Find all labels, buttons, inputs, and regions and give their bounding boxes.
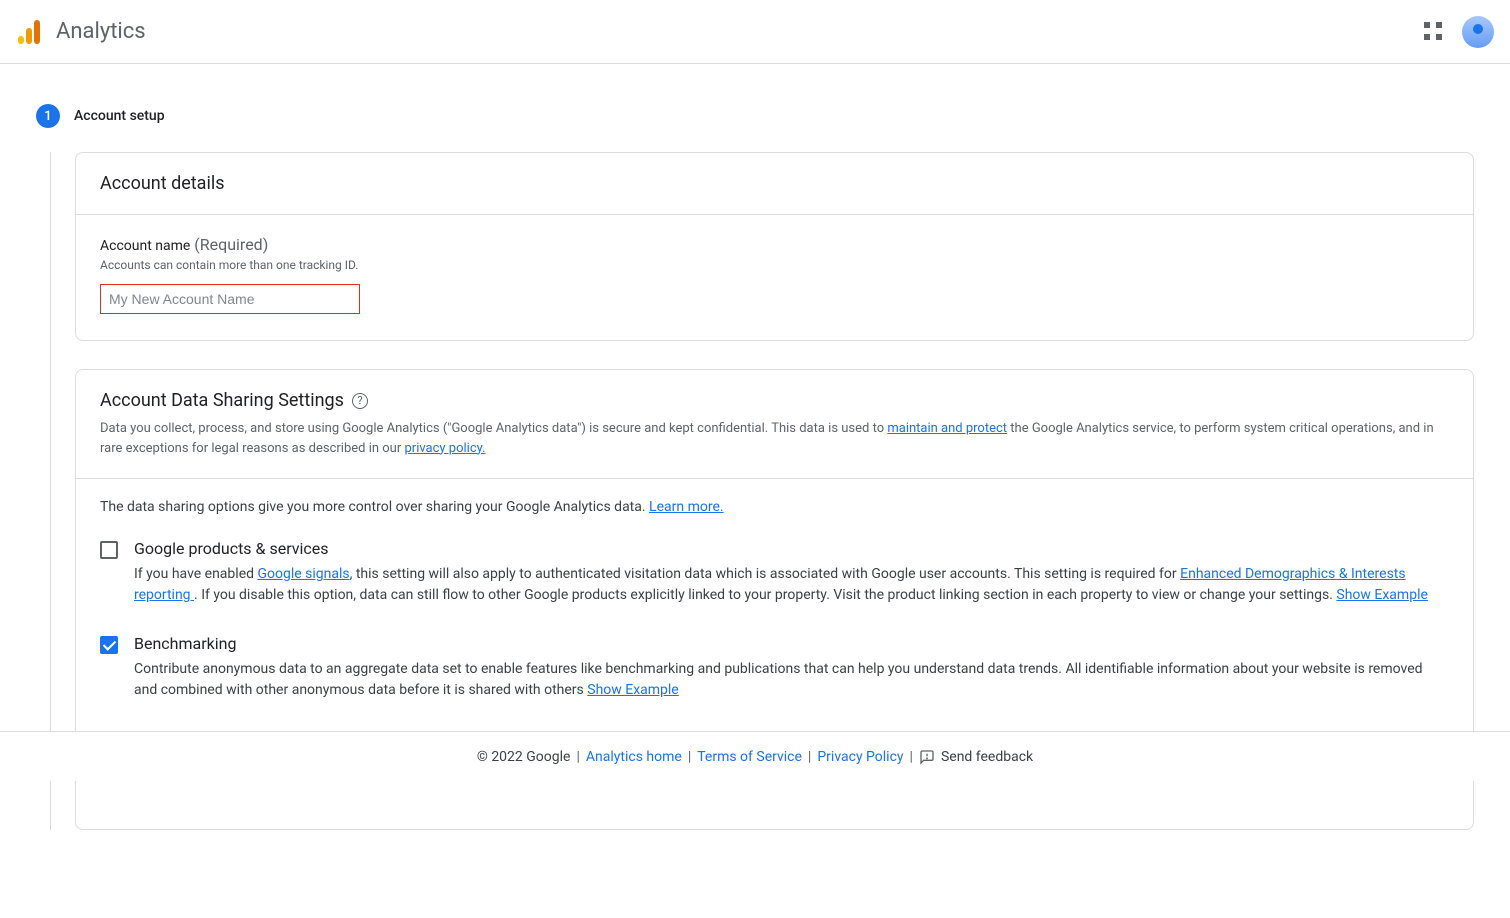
option-google-products: Google products & services If you have e… xyxy=(100,539,1449,606)
option-benchmarking: Benchmarking Contribute anonymous data t… xyxy=(100,634,1449,701)
account-details-card: Account details Account name (Required) … xyxy=(75,152,1474,341)
intro-text: The data sharing options give you more c… xyxy=(100,499,649,515)
show-example-link[interactable]: Show Example xyxy=(587,682,679,698)
option-description: Contribute anonymous data to an aggregat… xyxy=(134,659,1449,701)
avatar[interactable] xyxy=(1462,16,1494,48)
separator: | xyxy=(576,749,579,765)
step-number-badge: 1 xyxy=(36,104,60,128)
copyright: © 2022 Google xyxy=(477,749,571,765)
feedback-icon xyxy=(919,749,935,765)
separator: | xyxy=(910,749,913,765)
step-content: Account details Account name (Required) … xyxy=(50,152,1474,830)
field-required: (Required) xyxy=(194,235,268,254)
sharing-title-text: Account Data Sharing Settings xyxy=(100,390,344,411)
card-header: Account Data Sharing Settings ? Data you… xyxy=(76,370,1473,479)
privacy-policy-link[interactable]: privacy policy. xyxy=(404,441,485,456)
account-name-input[interactable] xyxy=(100,284,360,314)
option-title: Benchmarking xyxy=(134,634,1449,653)
checkbox-content: Google products & services If you have e… xyxy=(134,539,1449,606)
app-title: Analytics xyxy=(56,19,146,44)
terms-link[interactable]: Terms of Service xyxy=(697,749,802,765)
field-label-row: Account name (Required) xyxy=(100,235,1449,254)
step-title: Account setup xyxy=(74,108,165,124)
step-header: 1 Account setup xyxy=(36,104,1474,128)
field-hint: Accounts can contain more than one track… xyxy=(100,258,1449,272)
card-header: Account details xyxy=(76,153,1473,215)
top-bar-right xyxy=(1422,16,1494,48)
top-bar-left: Analytics xyxy=(16,19,146,44)
option-title: Google products & services xyxy=(134,539,1449,558)
analytics-home-link[interactable]: Analytics home xyxy=(586,749,682,765)
analytics-logo-icon xyxy=(16,20,40,44)
checkbox-content: Benchmarking Contribute anonymous data t… xyxy=(134,634,1449,701)
show-example-link[interactable]: Show Example xyxy=(1336,587,1428,603)
learn-more-link[interactable]: Learn more. xyxy=(649,499,724,515)
apps-icon[interactable] xyxy=(1422,20,1446,44)
card-title: Account details xyxy=(100,173,225,194)
feedback-text: Send feedback xyxy=(941,749,1033,765)
sharing-description: Data you collect, process, and store usi… xyxy=(100,419,1449,458)
maintain-protect-link[interactable]: maintain and protect xyxy=(887,421,1007,436)
google-signals-link[interactable]: Google signals xyxy=(257,566,349,582)
separator: | xyxy=(808,749,811,765)
top-bar: Analytics xyxy=(0,0,1510,64)
privacy-link[interactable]: Privacy Policy xyxy=(817,749,903,765)
help-icon[interactable]: ? xyxy=(352,393,368,409)
checkbox-google-products[interactable] xyxy=(100,541,118,559)
field-label: Account name xyxy=(100,238,190,254)
footer: © 2022 Google | Analytics home | Terms o… xyxy=(0,731,1510,781)
main-content: 1 Account setup Account details Account … xyxy=(0,64,1510,918)
option-description: If you have enabled Google signals, this… xyxy=(134,564,1449,606)
card-body: Account name (Required) Accounts can con… xyxy=(76,215,1473,340)
checkbox-benchmarking[interactable] xyxy=(100,636,118,654)
send-feedback-link[interactable]: Send feedback xyxy=(919,749,1033,765)
sharing-intro: The data sharing options give you more c… xyxy=(100,499,1449,515)
desc-part1: Data you collect, process, and store usi… xyxy=(100,421,887,436)
card-title: Account Data Sharing Settings ? xyxy=(100,390,368,411)
separator: | xyxy=(688,749,691,765)
